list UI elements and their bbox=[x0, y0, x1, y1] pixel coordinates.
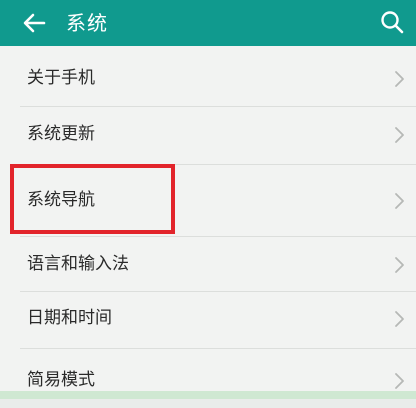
chevron-right-icon bbox=[395, 127, 404, 143]
settings-item-label: 关于手机 bbox=[27, 68, 95, 88]
settings-item-label: 日期和时间 bbox=[27, 308, 112, 328]
page-title: 系统 bbox=[66, 11, 108, 35]
settings-item-about-phone[interactable]: 关于手机 bbox=[0, 50, 416, 106]
chevron-right-icon bbox=[395, 373, 404, 389]
search-icon bbox=[381, 11, 404, 34]
highlight-annotation bbox=[10, 164, 175, 234]
settings-item-system-update[interactable]: 系统更新 bbox=[0, 106, 416, 162]
settings-item-simple-mode[interactable]: 简易模式 bbox=[0, 352, 416, 408]
chevron-right-icon bbox=[395, 257, 404, 273]
settings-item-date-time[interactable]: 日期和时间 bbox=[0, 290, 416, 346]
settings-item-language-input[interactable]: 语言和输入法 bbox=[0, 236, 416, 292]
arrow-left-icon bbox=[23, 13, 46, 33]
settings-item-label: 语言和输入法 bbox=[27, 254, 129, 274]
chevron-right-icon bbox=[395, 193, 404, 209]
chevron-right-icon bbox=[395, 311, 404, 327]
divider bbox=[20, 348, 416, 349]
settings-item-label: 简易模式 bbox=[27, 370, 95, 390]
search-button[interactable] bbox=[376, 6, 408, 38]
app-bar: 系统 bbox=[0, 0, 416, 46]
chevron-right-icon bbox=[395, 71, 404, 87]
back-button[interactable] bbox=[18, 7, 50, 39]
bottom-band bbox=[0, 391, 416, 399]
settings-item-label: 系统更新 bbox=[27, 124, 95, 144]
